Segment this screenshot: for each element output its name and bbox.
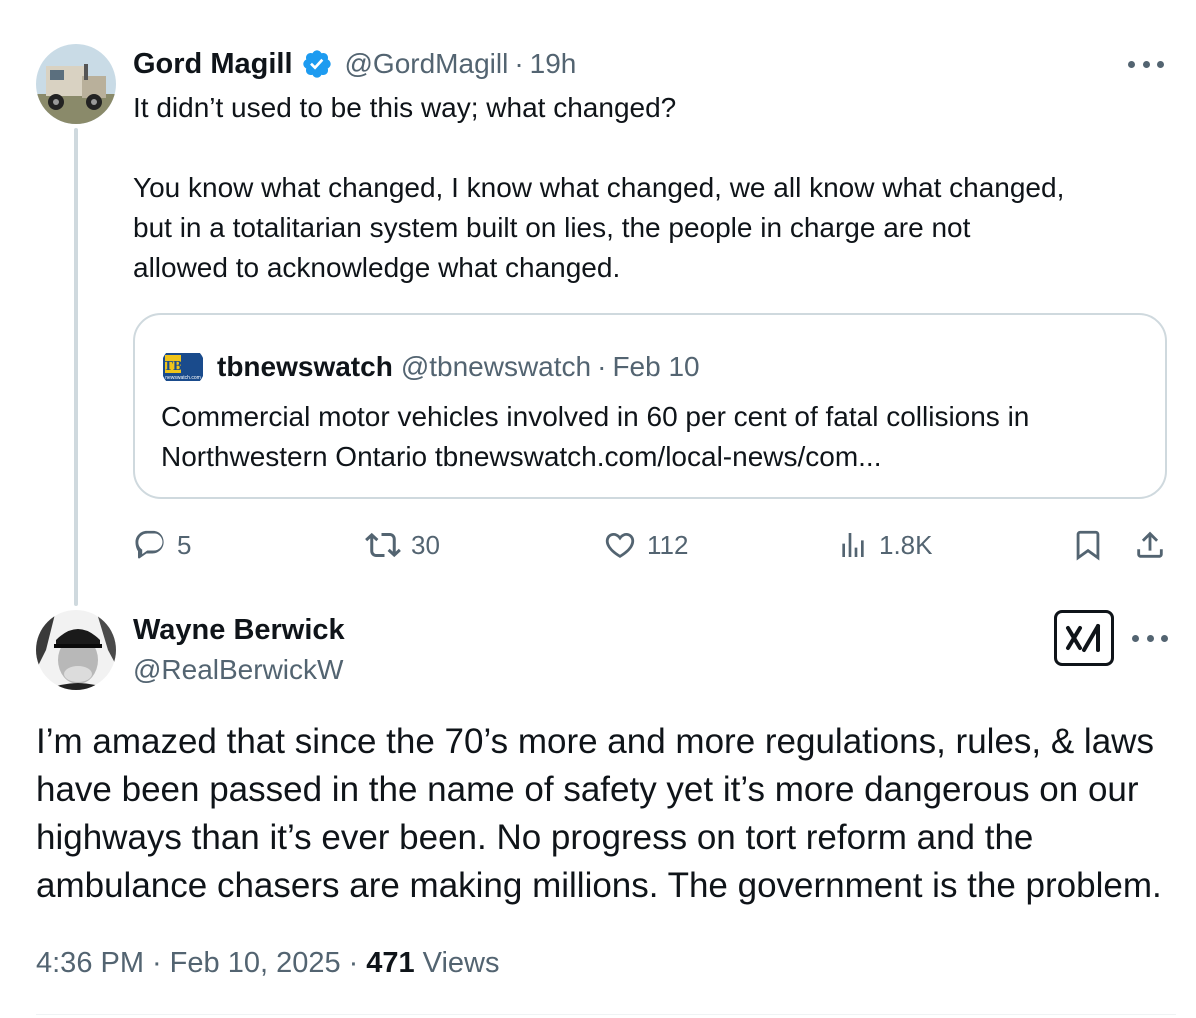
divider [36,1014,1176,1015]
tweet2-views-count[interactable]: 471 [366,947,414,980]
tb-logo-text: TB [164,359,183,374]
tweet1-line-1: It didn’t used to be this way; what chan… [133,92,677,123]
like-count: 112 [647,529,689,560]
reply-count: 5 [177,529,192,560]
gord-magill-avatar[interactable] [36,44,116,124]
tweet1-more-options-icon[interactable] [1128,54,1164,74]
repost-button[interactable]: 30 [365,522,440,568]
thread-connector-line [74,128,78,606]
quoted-tweet-card[interactable]: TB newswatch.com tbnewswatch @tbnewswatc… [133,313,1167,499]
tweet1-text: It didn’t used to be this way; what chan… [133,88,1173,288]
tweet1-handle[interactable]: @GordMagill [345,48,509,80]
tweet2-line-1: I’m amazed that since the 70’s more and … [36,722,1154,761]
separator-dot: · [514,48,524,79]
tweet2-author-name[interactable]: Wayne Berwick [133,614,345,647]
reply-icon [135,530,164,559]
like-button[interactable]: 112 [603,522,688,568]
tweet1-author-name[interactable]: Gord Magill [133,48,293,81]
share-button[interactable] [1133,522,1167,568]
tweet1-line-3: but in a totalitarian system built on li… [133,212,971,243]
separator-dot: · [348,946,359,979]
tweet1-line-2: You know what changed, I know what chang… [133,172,1065,203]
share-icon [1137,531,1163,558]
verified-badge-icon[interactable] [301,48,333,80]
tweet2-timestamp-time[interactable]: 4:36 PM [36,947,144,980]
separator-dot: · [597,351,607,382]
tweet2-more-options-icon[interactable] [1132,628,1168,648]
tbnewswatch-logo-avatar[interactable]: TB newswatch.com [161,345,205,389]
quote-line-1: Commercial motor vehicles involved in 60… [161,401,1030,432]
repost-count: 30 [411,529,440,560]
tweet2-views-label: Views [422,946,500,979]
tweet2-line-2: have been passed in the name of safety y… [36,770,1139,809]
tweet2-timestamp-date[interactable]: Feb 10, 2025 [170,947,341,980]
heart-icon [605,532,635,558]
tb-logo-subtext: newswatch.com [165,375,201,381]
separator-dot: · [152,946,162,979]
views-count: 1.8K [879,529,933,560]
grok-icon[interactable] [1054,610,1114,666]
quote-line-2: Northwestern Ontario tbnewswatch.com/loc… [161,441,882,472]
tweet1-time[interactable]: 19h [530,48,577,80]
tweet2-handle[interactable]: @RealBerwickW [133,654,343,686]
tweet2-line-4: ambulance chasers are making millions. T… [36,866,1162,905]
tweet2-line-3: highways than it’s ever been. No progres… [36,818,1034,857]
bookmark-icon [1076,530,1100,561]
quote-date[interactable]: Feb 10 [612,351,699,383]
tweet1-line-4: allowed to acknowledge what changed. [133,252,621,283]
tweet2-meta: 4:36 PM · Feb 10, 2025 · 471 Views [36,940,500,986]
quote-text: Commercial motor vehicles involved in 60… [161,397,1029,477]
quote-author-name[interactable]: tbnewswatch [217,351,393,383]
repost-icon [365,532,401,558]
tweet1-action-bar: 5 30 112 1.8K [133,522,1173,568]
wayne-berwick-avatar[interactable] [36,610,116,690]
tweet2-text: I’m amazed that since the 70’s more and … [36,718,1176,910]
analytics-icon [842,533,864,557]
quote-handle[interactable]: @tbnewswatch [401,351,591,383]
reply-button[interactable]: 5 [133,522,191,568]
bookmark-button[interactable] [1071,522,1105,568]
views-button[interactable]: 1.8K [837,522,933,568]
